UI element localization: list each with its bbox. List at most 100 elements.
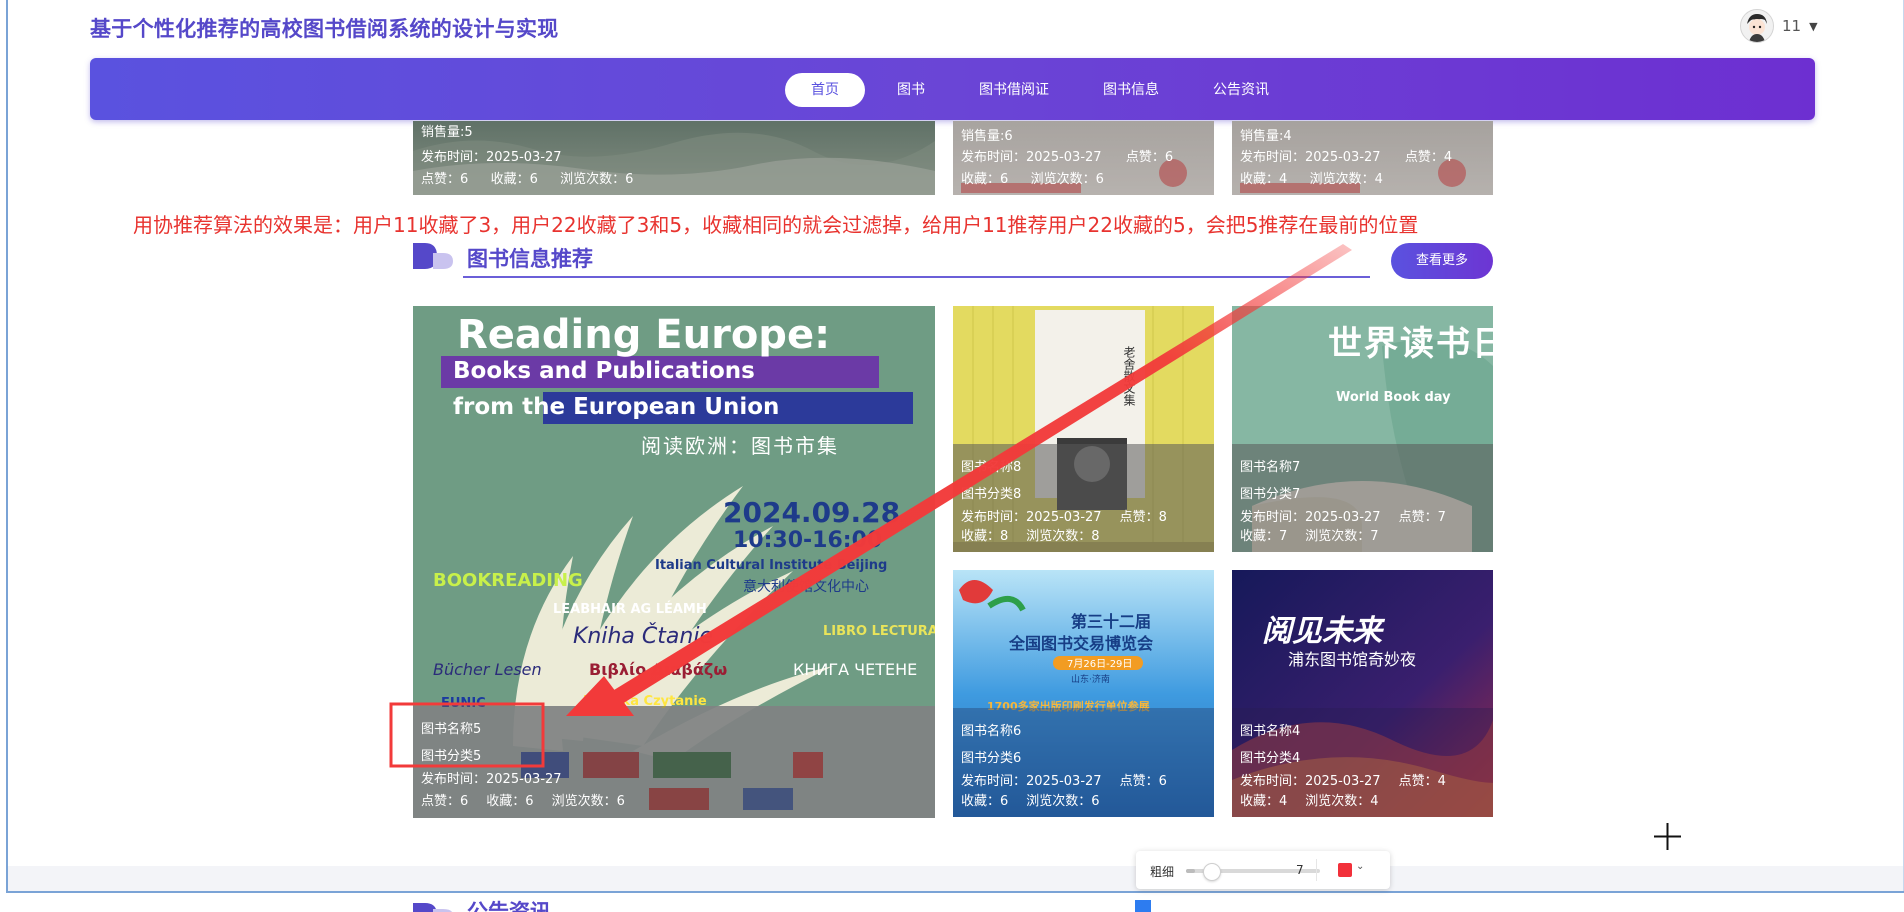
strip-card-3-sales: 销售量:4 <box>1240 129 1292 144</box>
color-swatch[interactable] <box>1338 863 1352 877</box>
strip-card-2-date-likes: 发布时间：2025-03-27 点赞：6 <box>961 146 1173 165</box>
book-card-4-date-likes: 发布时间：2025-03-27 点赞：4 <box>1240 770 1446 789</box>
book-card-6-stats: 收藏：6 浏览次数：6 <box>961 790 1100 809</box>
strip-card-2-views: 浏览次数：6 <box>1030 172 1104 187</box>
book-card-8[interactable]: 老舍散文集 图书名称8 图书分类8 发布时间：2025-03-27 点赞：8 收藏… <box>953 306 1214 552</box>
cover-5-word-2: LEABHAIR AG LÉAMH <box>553 602 707 617</box>
nav-item-books[interactable]: 图书 <box>875 73 947 107</box>
site-title[interactable]: 基于个性化推荐的高校图书借阅系统的设计与实现 <box>90 13 559 43</box>
book-card-5-category: 图书分类5 <box>421 749 482 764</box>
capture-frame-bottom <box>6 891 1904 893</box>
strip-card-3-favorites: 收藏：4 <box>1240 172 1288 187</box>
nav-item-book-info[interactable]: 图书信息 <box>1081 73 1181 107</box>
book-card-4-likes: 点赞：4 <box>1398 774 1446 789</box>
strip-card-1-favorites: 收藏：6 <box>490 172 538 187</box>
book-card-6-name: 图书名称6 <box>961 724 1022 739</box>
capture-frame-left <box>6 0 8 892</box>
book-card-7-stats: 收藏：7 浏览次数：7 <box>1240 525 1379 544</box>
book-card-8-likes: 点赞：8 <box>1119 510 1167 525</box>
book-card-6-likes: 点赞：6 <box>1119 774 1167 789</box>
cover-5-time: 10:30-16:00 <box>733 528 883 553</box>
strip-card-1-stats: 点赞：6 收藏：6 浏览次数：6 <box>421 168 633 187</box>
strip-card-2[interactable]: 销售量:6 发布时间：2025-03-27 点赞：6 收藏：6 浏览次数：6 <box>953 121 1214 195</box>
page-bottom-band <box>8 866 1903 891</box>
book-card-8-info: 图书名称8 图书分类8 发布时间：2025-03-27 点赞：8 收藏：8 浏览次数… <box>953 444 1214 552</box>
cover-6-line3: 7月26日-29日 <box>1067 659 1133 670</box>
section-title-recommend: 图书信息推荐 <box>467 247 593 271</box>
cover-6-line4: 山东·济南 <box>1071 675 1110 685</box>
book-card-5[interactable]: Reading Europe: Books and Publications f… <box>413 306 935 818</box>
book-card-6-category: 图书分类6 <box>961 751 1022 766</box>
user-avatar-icon[interactable] <box>1740 9 1774 43</box>
book-card-4-views: 浏览次数：4 <box>1305 794 1379 809</box>
cover-6-line1: 第三十二届 <box>1071 612 1152 631</box>
stroke-width-slider-handle[interactable] <box>1203 863 1221 881</box>
toolbar-divider <box>1316 859 1317 881</box>
book-card-7[interactable]: 世界读书日 World Book day 图书名称7 图书分类7 发布时间：20… <box>1232 306 1493 552</box>
book-card-8-views: 浏览次数：8 <box>1026 529 1100 544</box>
cover-5-venue-en: Italian Cultural Institute Beijing <box>655 558 888 573</box>
cover-6-line2: 全国图书交易博览会 <box>1009 634 1154 653</box>
book-card-8-stats: 收藏：8 浏览次数：8 <box>961 525 1100 544</box>
cover-5-heading1: Reading Europe: <box>457 312 831 358</box>
strip-card-1-views: 浏览次数：6 <box>560 172 634 187</box>
book-card-8-favorites: 收藏：8 <box>961 529 1009 544</box>
cover-5-date: 2024.09.28 <box>723 496 901 529</box>
strip-card-2-date: 发布时间：2025-03-27 <box>961 150 1102 165</box>
book-card-6[interactable]: 第三十二届 全国图书交易博览会 7月26日-29日 山东·济南 1700多家出版… <box>953 570 1214 817</box>
book-card-4-stats: 收藏：4 浏览次数：4 <box>1240 790 1379 809</box>
book-card-8-name: 图书名称8 <box>961 460 1022 475</box>
cover-4-title: 阅见未来 <box>1262 614 1382 649</box>
view-more-button[interactable]: 查看更多 <box>1391 243 1493 279</box>
cover-5-word-3: Kniha Čtanie <box>573 624 713 649</box>
book-card-5-date: 发布时间：2025-03-27 <box>421 772 562 787</box>
strip-card-2-favorites: 收藏：6 <box>961 172 1009 187</box>
nav-items: 首页 图书 图书借阅证 图书信息 公告资讯 <box>785 73 1291 107</box>
strip-card-1-likes: 点赞：6 <box>421 172 469 187</box>
book-card-5-stats: 点赞：6 收藏：6 浏览次数：6 <box>421 790 625 809</box>
main-navbar: 首页 图书 图书借阅证 图书信息 公告资讯 <box>90 58 1815 120</box>
book-card-7-date-likes: 发布时间：2025-03-27 点赞：7 <box>1240 506 1446 525</box>
book-card-4-name: 图书名称4 <box>1240 724 1301 739</box>
strip-card-3-date-likes: 发布时间：2025-03-27 点赞：4 <box>1240 146 1452 165</box>
cover-5-heading2: Books and Publications <box>453 358 755 384</box>
user-name[interactable]: 11 <box>1782 17 1801 35</box>
strip-card-3-likes: 点赞：4 <box>1404 150 1453 165</box>
user-menu[interactable]: 11 ▼ <box>1740 9 1818 43</box>
strip-card-3-date: 发布时间：2025-03-27 <box>1240 150 1381 165</box>
strip-card-1-sales: 销售量:5 <box>421 125 473 140</box>
book-card-7-favorites: 收藏：7 <box>1240 529 1288 544</box>
book-card-6-info: 图书名称6 图书分类6 发布时间：2025-03-27 点赞：6 收藏：6 浏览次数… <box>953 708 1214 817</box>
book-card-4-info: 图书名称4 图书分类4 发布时间：2025-03-27 点赞：4 收藏：4 浏览次数… <box>1232 708 1493 817</box>
cover-5-heading3: from the European Union <box>453 394 780 420</box>
page: 基于个性化推荐的高校图书借阅系统的设计与实现 11 ▼ 首页 图书 图书借阅证 … <box>0 0 1904 912</box>
crosshair-cursor-icon <box>1654 823 1681 850</box>
book-card-4[interactable]: 阅见未来 浦东图书馆奇妙夜 图书名称4 图书分类4 发布时间：2025-03-2… <box>1232 570 1493 817</box>
nav-item-library-card[interactable]: 图书借阅证 <box>957 73 1071 107</box>
section-underline <box>463 276 1370 278</box>
book-card-8-category: 图书分类8 <box>961 487 1022 502</box>
nav-item-home[interactable]: 首页 <box>785 73 865 107</box>
chevron-down-icon[interactable]: ⌄ <box>1356 861 1364 872</box>
book-card-4-category: 图书分类4 <box>1240 751 1301 766</box>
cover-5-word-4: LIBRO LECTURA <box>823 624 935 639</box>
strip-card-3-stats: 收藏：4 浏览次数：4 <box>1240 168 1383 187</box>
book-card-5-favorites: 收藏：6 <box>486 794 534 809</box>
book-card-5-likes: 点赞：6 <box>421 794 469 809</box>
strip-card-1[interactable]: 销售量:5 发布时间：2025-03-27 点赞：6 收藏：6 浏览次数：6 <box>413 121 935 195</box>
caret-down-icon[interactable]: ▼ <box>1809 20 1817 33</box>
cover-8-spine-text: 老舍散文集 <box>1122 346 1136 406</box>
strip-card-3-views: 浏览次数：4 <box>1309 172 1383 187</box>
book-card-5-views: 浏览次数：6 <box>551 794 625 809</box>
section-title-icon <box>413 900 455 912</box>
book-card-6-favorites: 收藏：6 <box>961 794 1009 809</box>
nav-item-announcements[interactable]: 公告资讯 <box>1191 73 1291 107</box>
stroke-width-slider-fill <box>1186 869 1195 873</box>
cover-5-subtitle: 阅读欧洲：图书市集 <box>641 434 839 458</box>
book-card-7-name: 图书名称7 <box>1240 460 1301 475</box>
book-card-7-category: 图书分类7 <box>1240 487 1301 502</box>
section-title-icon <box>413 243 455 269</box>
cover-5-word-1: BOOKREADING <box>433 570 583 591</box>
strip-card-3[interactable]: 销售量:4 发布时间：2025-03-27 点赞：4 收藏：4 浏览次数：4 <box>1232 121 1493 195</box>
strip-card-2-likes: 点赞：6 <box>1125 150 1174 165</box>
